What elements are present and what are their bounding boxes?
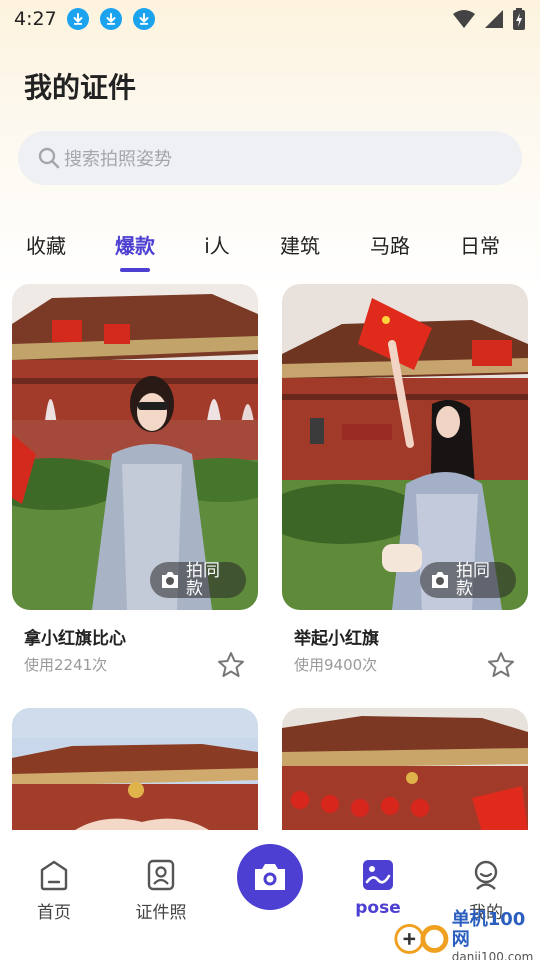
plus-logo-icon [394, 923, 449, 954]
camera-icon [255, 864, 285, 890]
category-tabs: 收藏 爆款 i人 建筑 马路 日常 [0, 222, 540, 274]
status-bar: 4:27 [0, 0, 540, 38]
search-icon [38, 147, 60, 169]
tab-favorites[interactable]: 收藏 [26, 230, 66, 259]
download-icon [66, 8, 89, 30]
page-title: 我的证件 [24, 71, 137, 104]
search-input[interactable]: 搜索拍照姿势 [18, 131, 522, 185]
take-same-label: 拍同款 [186, 561, 220, 599]
tab-popular[interactable]: 爆款 [115, 230, 155, 259]
pose-title: 拿小红旗比心 [24, 629, 126, 649]
favorite-star-icon[interactable] [486, 650, 516, 680]
pose-photo[interactable]: 拍同款 [12, 284, 258, 610]
download-icon [132, 8, 155, 30]
pose-title: 举起小红旗 [294, 629, 379, 649]
nav-id-photo-label: 证件照 [135, 903, 187, 923]
pose-card[interactable]: 拍同款 举起小红旗 使用9400次 [282, 284, 528, 684]
camera-icon [162, 572, 178, 588]
download-icon [99, 8, 122, 30]
status-time: 4:27 [14, 8, 57, 30]
nav-home[interactable]: 首页 [14, 858, 94, 923]
pose-photo[interactable] [282, 708, 528, 832]
tab-daily[interactable]: 日常 [460, 230, 500, 259]
pose-usage-count: 使用9400次 [294, 656, 378, 674]
nav-pose[interactable]: pose [338, 858, 418, 918]
tab-road[interactable]: 马路 [370, 230, 410, 259]
favorite-star-icon[interactable] [216, 650, 246, 680]
pose-photo[interactable] [12, 708, 258, 832]
pose-card[interactable]: 拍同款 拿小红旗比心 使用2241次 [12, 284, 258, 684]
profile-icon [474, 860, 498, 890]
id-photo-icon [147, 859, 175, 891]
wifi-icon [453, 10, 475, 28]
active-tab-indicator [120, 268, 150, 272]
take-same-button[interactable]: 拍同款 [150, 562, 246, 598]
signal-icon [485, 10, 503, 28]
nav-id-photo[interactable]: 证件照 [121, 858, 201, 923]
battery-charging-icon [513, 8, 525, 30]
nav-home-label: 首页 [37, 903, 71, 923]
watermark-logo: 单机100网 danji100.com [392, 910, 540, 960]
pose-photo[interactable]: 拍同款 [282, 284, 528, 610]
pose-card[interactable] [282, 708, 528, 832]
pose-usage-count: 使用2241次 [24, 656, 108, 674]
home-icon [40, 860, 68, 891]
watermark-url: danji100.com [451, 950, 534, 960]
status-indicators [452, 8, 526, 30]
watermark-text: 单机100网 [451, 909, 526, 950]
camera-icon [432, 572, 448, 588]
camera-button[interactable] [237, 844, 303, 910]
take-same-label: 拍同款 [456, 561, 490, 599]
take-same-button[interactable]: 拍同款 [420, 562, 516, 598]
pose-icon [363, 860, 393, 890]
tab-introvert[interactable]: i人 [204, 230, 230, 259]
pose-card[interactable] [12, 708, 258, 832]
tab-architecture[interactable]: 建筑 [280, 230, 320, 259]
search-placeholder: 搜索拍照姿势 [64, 149, 172, 170]
